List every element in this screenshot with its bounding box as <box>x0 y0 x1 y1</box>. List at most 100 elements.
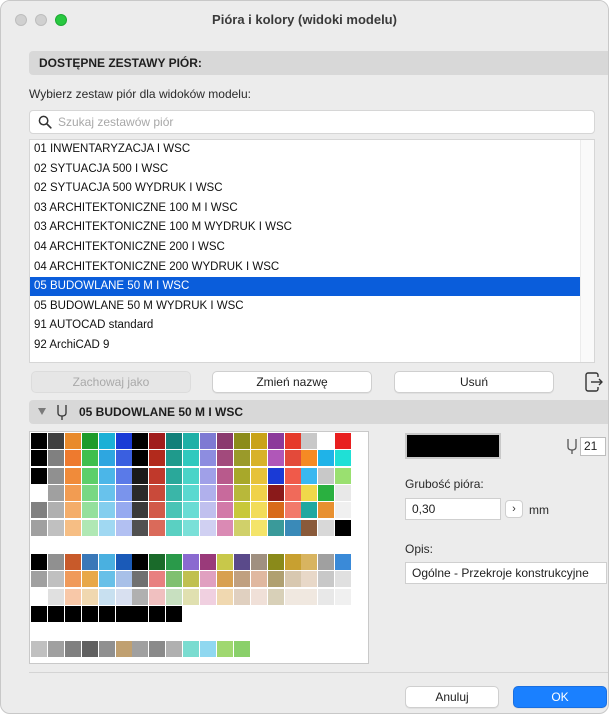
pen-swatch[interactable] <box>166 571 183 588</box>
pen-swatch[interactable] <box>149 554 166 571</box>
pen-swatch[interactable] <box>284 554 301 571</box>
pen-swatch[interactable] <box>200 640 216 657</box>
pen-swatch[interactable] <box>166 554 183 571</box>
pen-swatch[interactable] <box>166 536 183 553</box>
pen-swatch[interactable] <box>183 433 200 449</box>
pen-swatch[interactable] <box>335 588 352 605</box>
pen-swatch[interactable] <box>233 623 250 640</box>
pen-swatch[interactable] <box>31 467 47 484</box>
pen-swatch[interactable] <box>149 623 166 640</box>
pen-swatch[interactable] <box>98 433 115 449</box>
pen-swatch[interactable] <box>31 484 47 501</box>
pen-swatch[interactable] <box>64 623 81 640</box>
pen-swatch[interactable] <box>166 640 183 657</box>
pen-swatch[interactable] <box>233 519 250 536</box>
pen-swatch[interactable] <box>200 606 216 622</box>
pen-swatch[interactable] <box>47 450 64 467</box>
pen-swatch[interactable] <box>216 502 233 519</box>
pen-swatch[interactable] <box>149 519 166 536</box>
pen-swatch[interactable] <box>149 536 166 553</box>
pen-swatch[interactable] <box>98 588 115 605</box>
pen-swatch[interactable] <box>200 484 216 501</box>
pen-swatch[interactable] <box>149 433 166 449</box>
pen-swatch[interactable] <box>183 467 200 484</box>
pen-swatch[interactable] <box>47 536 64 553</box>
pen-swatch[interactable] <box>115 536 132 553</box>
pen-swatch[interactable] <box>200 554 216 571</box>
export-icon[interactable] <box>583 371 605 393</box>
pen-swatch[interactable] <box>318 484 335 501</box>
pen-swatch[interactable] <box>98 554 115 571</box>
pen-set-list-item[interactable]: 01 INWENTARYZACJA I WSC <box>30 140 580 159</box>
pen-swatch[interactable] <box>318 433 335 449</box>
pen-swatch[interactable] <box>233 484 250 501</box>
pen-swatch[interactable] <box>216 588 233 605</box>
pen-swatch[interactable] <box>250 571 267 588</box>
pen-set-list[interactable]: 01 INWENTARYZACJA I WSC 02 SYTUACJA 500 I… <box>29 139 595 363</box>
pen-swatch[interactable] <box>250 502 267 519</box>
pen-swatch[interactable] <box>216 484 233 501</box>
pen-swatch[interactable] <box>166 519 183 536</box>
pen-swatch[interactable] <box>98 623 115 640</box>
delete-button[interactable]: Usuń <box>394 371 554 393</box>
pen-set-list-item[interactable]: 02 SYTUACJA 500 WYDRUK I WSC <box>30 179 580 198</box>
pen-swatch[interactable] <box>115 519 132 536</box>
pen-swatch[interactable] <box>233 606 250 622</box>
pen-swatch[interactable] <box>132 484 149 501</box>
pen-swatch[interactable] <box>284 519 301 536</box>
pen-swatch[interactable] <box>284 536 301 553</box>
pen-swatch[interactable] <box>115 606 132 622</box>
pen-swatch[interactable] <box>200 623 216 640</box>
pen-swatch[interactable] <box>267 554 284 571</box>
pen-swatch[interactable] <box>149 450 166 467</box>
pen-swatch[interactable] <box>115 623 132 640</box>
pen-swatch[interactable] <box>200 450 216 467</box>
pen-set-list-item[interactable]: 91 AUTOCAD standard <box>30 316 580 335</box>
pen-swatch[interactable] <box>64 640 81 657</box>
pen-swatch[interactable] <box>318 588 335 605</box>
pen-swatch[interactable] <box>31 606 47 622</box>
search-field[interactable] <box>29 110 595 134</box>
pen-color-swatch[interactable] <box>405 433 501 459</box>
pen-swatch[interactable] <box>31 502 47 519</box>
pen-swatch[interactable] <box>250 519 267 536</box>
pen-swatch[interactable] <box>64 606 81 622</box>
pen-swatch[interactable] <box>267 484 284 501</box>
pen-swatch[interactable] <box>335 484 352 501</box>
pen-swatch[interactable] <box>183 588 200 605</box>
pen-swatch[interactable] <box>64 554 81 571</box>
pen-swatch[interactable] <box>115 640 132 657</box>
pen-swatch[interactable] <box>98 467 115 484</box>
pen-swatch[interactable] <box>267 467 284 484</box>
pen-swatch[interactable] <box>284 484 301 501</box>
pen-swatch[interactable] <box>98 640 115 657</box>
pen-swatch[interactable] <box>233 467 250 484</box>
pen-set-list-item[interactable]: 05 BUDOWLANE 50 M WYDRUK I WSC <box>30 297 580 316</box>
pen-swatch[interactable] <box>318 536 335 553</box>
pen-set-list-item[interactable]: 02 SYTUACJA 500 I WSC <box>30 160 580 179</box>
pen-swatch[interactable] <box>166 450 183 467</box>
pen-swatch[interactable] <box>132 536 149 553</box>
pen-set-list-item[interactable]: 03 ARCHITEKTONICZNE 100 M I WSC <box>30 199 580 218</box>
pen-swatch[interactable] <box>318 623 335 640</box>
cancel-button[interactable]: Anuluj <box>405 686 499 708</box>
search-input[interactable] <box>58 114 558 130</box>
pen-swatch[interactable] <box>81 484 98 501</box>
pen-swatch[interactable] <box>301 433 318 449</box>
pen-swatch[interactable] <box>47 606 64 622</box>
pen-swatch[interactable] <box>183 640 200 657</box>
pen-swatch[interactable] <box>267 588 284 605</box>
pen-swatch[interactable] <box>81 606 98 622</box>
pen-swatch[interactable] <box>132 623 149 640</box>
pen-swatch[interactable] <box>183 554 200 571</box>
pen-swatch[interactable] <box>81 588 98 605</box>
pen-swatch[interactable] <box>301 536 318 553</box>
pen-swatch[interactable] <box>267 640 284 657</box>
pen-swatch[interactable] <box>98 519 115 536</box>
pen-swatch[interactable] <box>115 571 132 588</box>
pen-swatch[interactable] <box>301 519 318 536</box>
save-as-button[interactable]: Zachowaj jako <box>31 371 191 393</box>
pen-swatch[interactable] <box>31 433 47 449</box>
pen-swatch[interactable] <box>132 519 149 536</box>
pen-swatch[interactable] <box>318 554 335 571</box>
